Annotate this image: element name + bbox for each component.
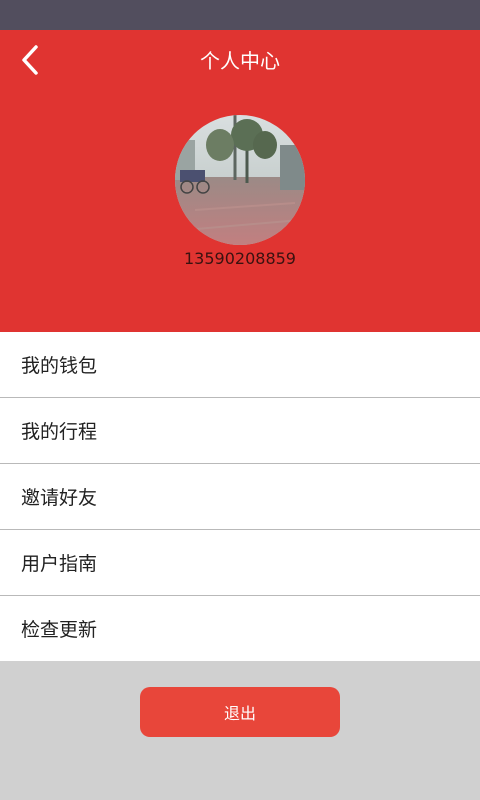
phone-number: 13590208859 xyxy=(184,249,296,268)
menu-item-wallet[interactable]: 我的钱包 xyxy=(0,332,480,398)
menu-item-label: 我的行程 xyxy=(21,421,98,443)
menu-item-label: 用户指南 xyxy=(21,553,98,575)
menu-item-check-update[interactable]: 检查更新 xyxy=(0,596,480,661)
user-photo xyxy=(175,115,305,245)
logout-button[interactable]: 退出 xyxy=(140,687,340,737)
page-title: 个人中心 xyxy=(200,49,280,73)
menu-item-label: 邀请好友 xyxy=(21,487,98,509)
footer: 退出 xyxy=(0,662,480,800)
menu-item-trips[interactable]: 我的行程 xyxy=(0,398,480,464)
menu-item-user-guide[interactable]: 用户指南 xyxy=(0,530,480,596)
menu-list: 我的钱包 我的行程 邀请好友 用户指南 检查更新 xyxy=(0,332,480,661)
menu-item-label: 我的钱包 xyxy=(21,355,98,377)
profile-header: 个人中心 13590208859 xyxy=(0,30,480,332)
avatar[interactable] xyxy=(175,115,305,245)
menu-item-invite-friends[interactable]: 邀请好友 xyxy=(0,464,480,530)
status-bar xyxy=(0,0,480,30)
menu-item-label: 检查更新 xyxy=(21,619,98,641)
